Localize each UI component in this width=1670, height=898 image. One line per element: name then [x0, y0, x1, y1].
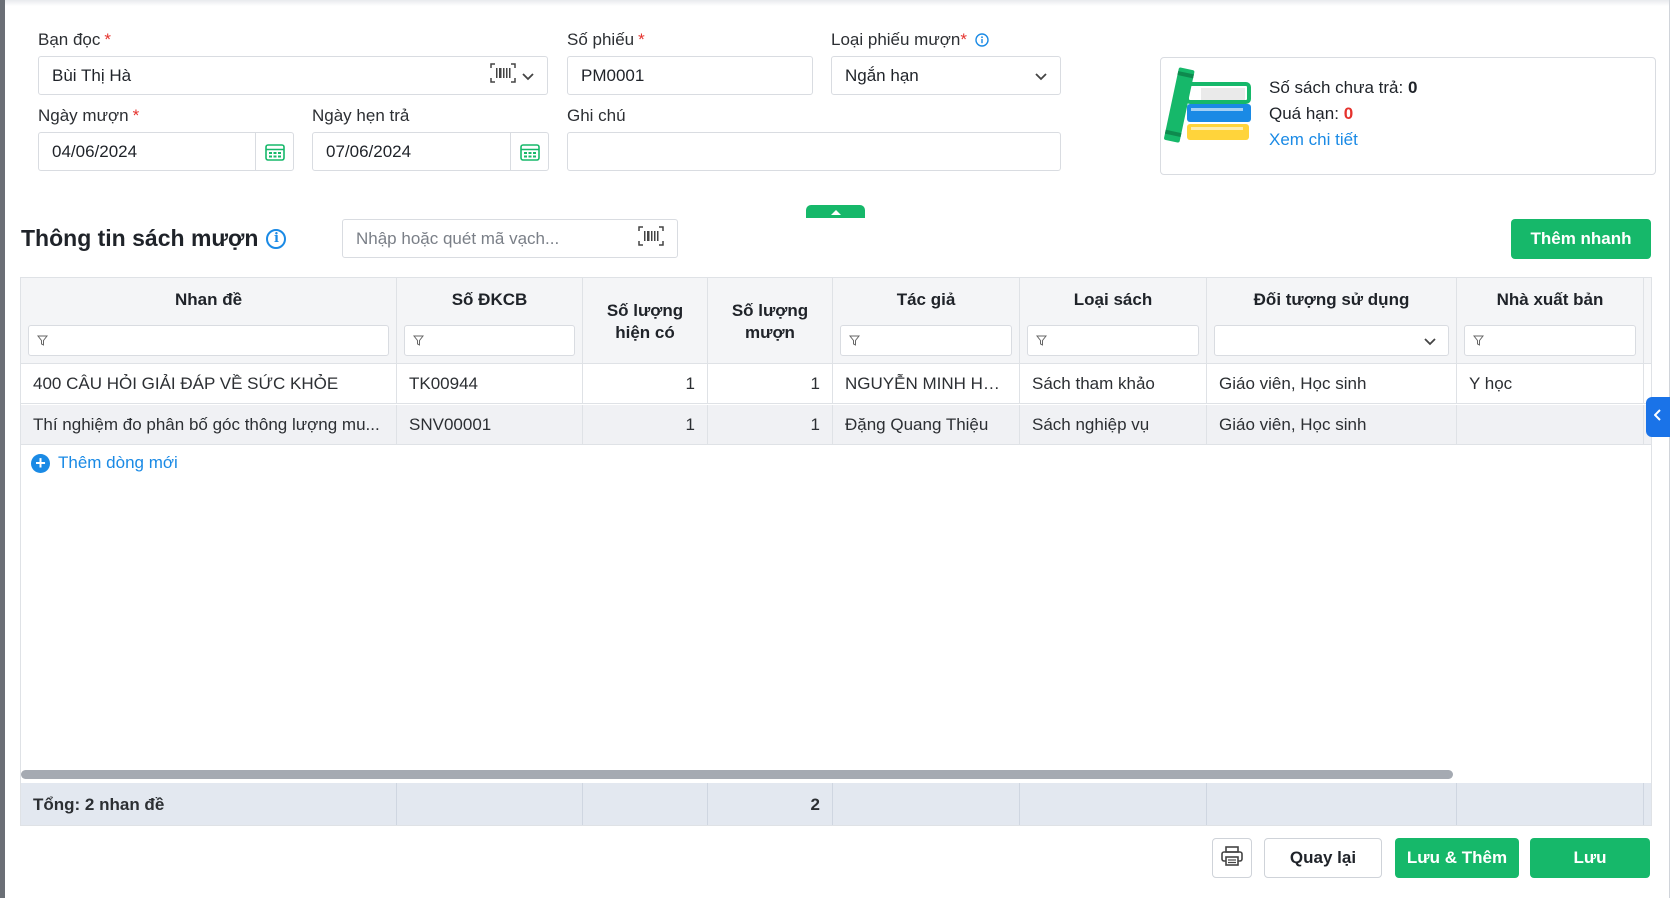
chevron-down-icon	[1424, 331, 1436, 351]
barcode-search-input[interactable]: Nhập hoặc quét mã vạch...	[342, 219, 678, 258]
save-and-add-button[interactable]: Lưu & Thêm	[1395, 838, 1519, 878]
side-panel-toggle[interactable]	[1646, 397, 1670, 437]
cell-title: Thí nghiệm đo phân bố góc thông lượng mu…	[21, 405, 397, 445]
filter-reg-no[interactable]	[404, 325, 575, 356]
table-row[interactable]: Thí nghiệm đo phân bố góc thông lượng mu…	[21, 405, 1651, 445]
window-edge	[0, 0, 5, 898]
filter-icon	[1035, 331, 1048, 351]
reader-summary-card: Số sách chưa trả: 0 Quá hạn: 0 Xem chi t…	[1160, 57, 1656, 175]
column-publisher: Nhà xuất bản	[1457, 278, 1644, 364]
column-qty-borrow: Số lượng mượn	[708, 278, 833, 364]
reader-label: Bạn đọc *	[38, 30, 112, 49]
loan-type-select[interactable]: Ngắn hạn	[831, 56, 1061, 95]
chevron-down-icon[interactable]	[1035, 66, 1047, 86]
loan-type-label: Loại phiếu mượn *	[831, 30, 989, 50]
cell-qty-borrow[interactable]: 1	[708, 364, 833, 404]
chevron-down-icon[interactable]	[522, 66, 534, 86]
note-input[interactable]	[567, 132, 1061, 171]
table-header: Nhan đề Số ĐKCB Số lượng hiện có Số lượng…	[21, 278, 1651, 364]
print-button[interactable]	[1212, 838, 1252, 878]
filter-icon	[848, 331, 861, 351]
cell-reg-no: TK00944	[397, 364, 583, 404]
borrow-date-label: Ngày mượn *	[38, 106, 140, 125]
borrowed-books-table: Nhan đề Số ĐKCB Số lượng hiện có Số lượng…	[20, 277, 1652, 826]
back-button[interactable]: Quay lại	[1264, 838, 1382, 878]
cell-qty-available: 1	[583, 405, 708, 445]
section-title: Thông tin sách mượn i	[21, 225, 287, 252]
footer-cell	[833, 783, 1020, 825]
cell-author: Đặng Quang Thiệu	[833, 405, 1020, 445]
due-date-label: Ngày hẹn trả	[312, 106, 410, 125]
filter-book-type[interactable]	[1027, 325, 1199, 356]
ticket-no-label: Số phiếu *	[567, 30, 645, 49]
cell-qty-available: 1	[583, 364, 708, 404]
filter-icon	[1472, 331, 1485, 351]
printer-icon	[1221, 845, 1243, 871]
filter-audience[interactable]	[1214, 325, 1449, 356]
column-audience: Đối tượng sử dụng	[1207, 278, 1457, 364]
cell-title: 400 CÂU HỎI GIẢI ĐÁP VỀ SỨC KHỎE	[21, 364, 397, 404]
borrow-date-input[interactable]: 04/06/2024	[38, 132, 294, 171]
note-label: Ghi chú	[567, 106, 626, 125]
total-titles: Tổng: 2 nhan đề	[21, 783, 397, 825]
unreturned-count: Số sách chưa trả: 0	[1269, 78, 1418, 97]
add-row-button[interactable]: + Thêm dòng mới	[31, 453, 178, 473]
footer-cell	[583, 783, 708, 825]
filter-title[interactable]	[28, 325, 389, 356]
cell-audience: Giáo viên, Học sinh	[1207, 364, 1457, 404]
quick-add-button[interactable]: Thêm nhanh	[1511, 219, 1651, 259]
column-author: Tác giả	[833, 278, 1020, 364]
horizontal-scrollbar[interactable]	[21, 770, 1453, 779]
ticket-no-input[interactable]: PM0001	[567, 56, 813, 95]
table-footer: Tổng: 2 nhan đề 2	[21, 783, 1651, 825]
cell-qty-borrow[interactable]: 1	[708, 405, 833, 445]
barcode-icon[interactable]	[490, 63, 516, 88]
add-circle-icon: +	[31, 453, 50, 473]
cell-publisher	[1457, 405, 1644, 445]
calendar-icon[interactable]	[510, 133, 548, 170]
footer-cell	[1207, 783, 1457, 825]
view-detail-link[interactable]: Xem chi tiết	[1269, 130, 1358, 150]
calendar-icon[interactable]	[255, 133, 293, 170]
column-qty-available: Số lượng hiện có	[583, 278, 708, 364]
overdue-count: Quá hạn: 0	[1269, 104, 1354, 123]
reader-select[interactable]: Bùi Thị Hà	[38, 56, 548, 95]
column-reg-no: Số ĐKCB	[397, 278, 583, 364]
cell-book-type: Sách tham khảo	[1020, 364, 1207, 404]
filter-icon	[412, 331, 425, 351]
cell-book-type: Sách nghiệp vụ	[1020, 405, 1207, 445]
cell-reg-no: SNV00001	[397, 405, 583, 445]
info-icon[interactable]	[975, 33, 989, 47]
footer-cell	[1457, 783, 1644, 825]
top-shadow	[5, 0, 1670, 6]
due-date-input[interactable]: 07/06/2024	[312, 132, 549, 171]
chevron-left-icon	[1653, 408, 1662, 426]
cell-audience: Giáo viên, Học sinh	[1207, 405, 1457, 445]
info-icon[interactable]: i	[266, 228, 287, 249]
table-row[interactable]: 400 CÂU HỎI GIẢI ĐÁP VỀ SỨC KHỎE TK00944…	[21, 364, 1651, 404]
footer-cell	[397, 783, 583, 825]
footer-cell	[1020, 783, 1207, 825]
books-illustration	[1161, 66, 1257, 151]
filter-publisher[interactable]	[1464, 325, 1636, 356]
cell-publisher: Y học	[1457, 364, 1644, 404]
column-title: Nhan đề	[21, 278, 397, 364]
borrow-ticket-form: Bạn đọc * Số phiếu * Loại phiếu mượn * Bùi …	[0, 0, 1670, 898]
filter-author[interactable]	[840, 325, 1012, 356]
barcode-icon[interactable]	[638, 226, 664, 251]
cell-author: NGUYỄN MINH HỒ...	[833, 364, 1020, 404]
collapse-form-toggle[interactable]	[806, 205, 865, 218]
column-book-type: Loại sách	[1020, 278, 1207, 364]
total-borrow: 2	[708, 783, 833, 825]
save-button[interactable]: Lưu	[1530, 838, 1650, 878]
chevron-up-icon	[830, 203, 842, 221]
filter-icon	[36, 331, 49, 351]
